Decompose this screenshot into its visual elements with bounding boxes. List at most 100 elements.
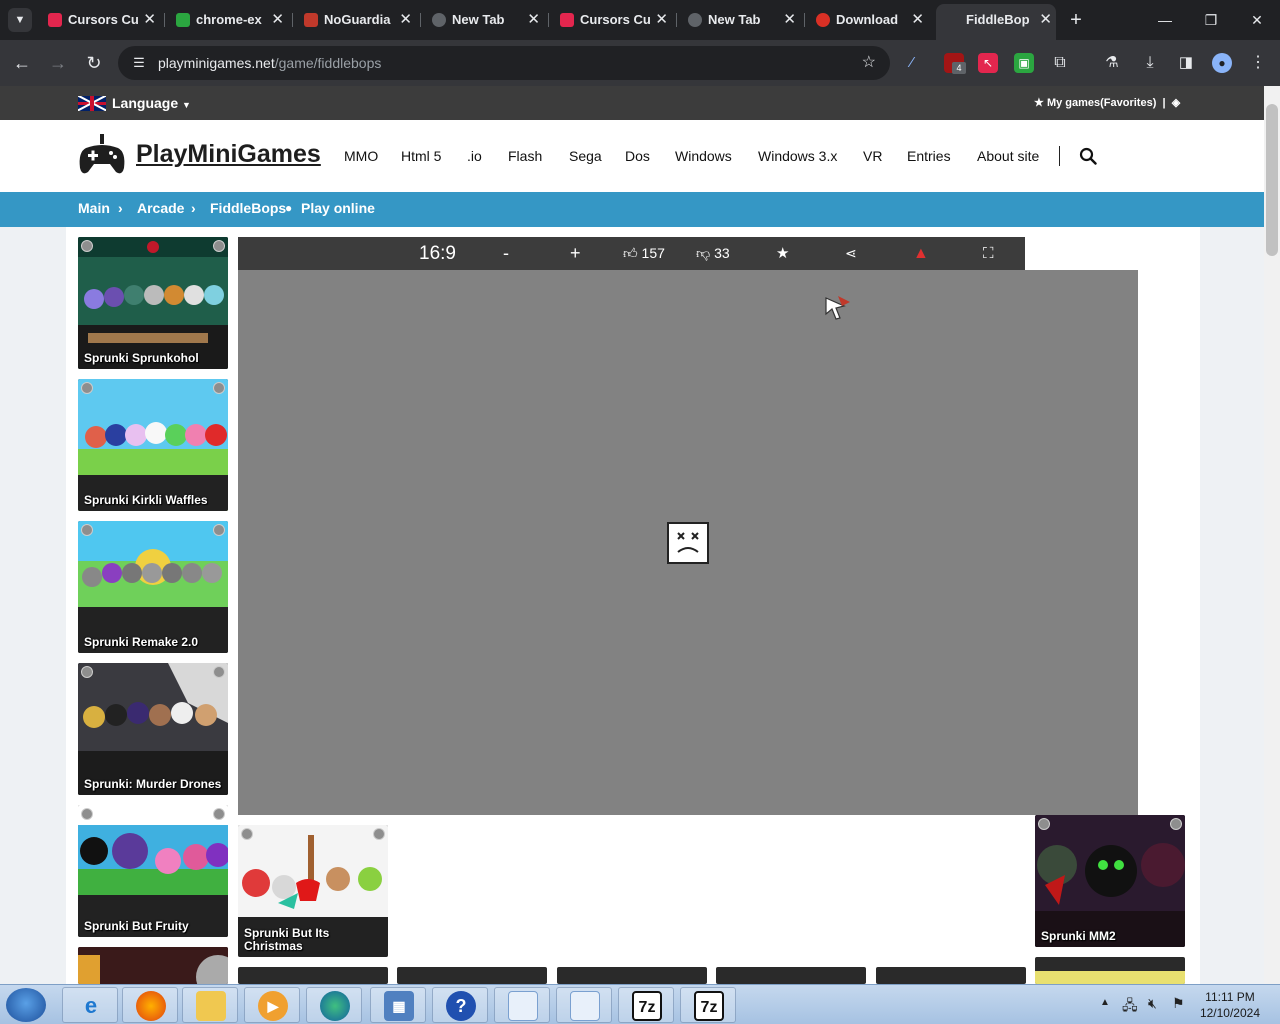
menu-entries[interactable]: Entries — [907, 120, 951, 192]
tab-cursors-1[interactable]: Cursors Cu ✕ — [42, 8, 160, 32]
url-text[interactable]: playminigames.net/game/fiddlebops — [158, 46, 381, 80]
game-card-partial[interactable] — [397, 967, 547, 984]
share-icon[interactable]: ⋖ — [845, 237, 857, 270]
tab-noguardian[interactable]: NoGuardia ✕ — [298, 8, 416, 32]
game-card-murder-drones[interactable]: Sprunki: Murder Drones — [78, 663, 228, 795]
taskbar-firefox[interactable] — [122, 987, 178, 1023]
menu-windows[interactable]: Windows — [675, 120, 732, 192]
close-tab-icon[interactable]: ✕ — [655, 8, 668, 32]
breadcrumb-game[interactable]: FiddleBops — [210, 192, 286, 225]
game-card-mm2[interactable]: Sprunki MM2 — [1035, 815, 1185, 947]
menu-html5[interactable]: Html 5 — [401, 120, 441, 192]
game-card-sprunkohol[interactable]: Sprunki Sprunkohol — [78, 237, 228, 369]
tab-cursors-2[interactable]: Cursors Cu ✕ — [554, 8, 672, 32]
close-tab-icon[interactable]: ✕ — [399, 8, 412, 32]
breadcrumb-main[interactable]: Main — [78, 192, 110, 225]
menu-windows-3x[interactable]: Windows 3.x — [758, 120, 837, 192]
taskbar-edge[interactable] — [306, 987, 362, 1023]
back-arrow-icon[interactable]: ← — [9, 50, 35, 76]
address-bar[interactable]: ☰ playminigames.net/game/fiddlebops ☆ — [118, 46, 890, 80]
help-icon: ? — [446, 991, 476, 1021]
game-card-partial[interactable] — [238, 967, 388, 984]
game-card-partial[interactable] — [78, 947, 228, 984]
game-card-fruity[interactable]: Sprunki But Fruity — [78, 805, 228, 937]
game-card-partial[interactable] — [876, 967, 1026, 984]
dislike-button[interactable]: 👎︎ 33 — [696, 237, 730, 270]
menu-vr[interactable]: VR — [863, 120, 882, 192]
taskbar-7zip-1[interactable]: 7z — [618, 987, 674, 1023]
taskbar-ie[interactable]: e — [62, 987, 118, 1023]
report-warning-icon[interactable]: ▲ — [913, 237, 929, 270]
show-hidden-icons-icon[interactable]: ▲ — [1100, 997, 1110, 1008]
scrollbar-thumb[interactable] — [1266, 104, 1278, 256]
fullscreen-icon[interactable]: ⛶ — [983, 237, 994, 270]
close-window-icon[interactable]: ✕ — [1242, 8, 1272, 32]
taskbar-notepad-2[interactable] — [556, 987, 612, 1023]
game-card-remake[interactable]: Sprunki Remake 2.0 — [78, 521, 228, 653]
tab-new-tab-2[interactable]: New Tab ✕ — [682, 8, 800, 32]
breadcrumb-arcade[interactable]: Arcade — [137, 192, 184, 225]
menu-dos[interactable]: Dos — [625, 120, 650, 192]
puzzle-extensions-icon[interactable]: ⧉ — [1050, 53, 1070, 73]
restore-icon[interactable]: ❐ — [1196, 8, 1226, 32]
taskbar-help[interactable]: ? — [432, 987, 488, 1023]
action-center-flag-icon[interactable]: ⚑ — [1172, 995, 1185, 1012]
forward-arrow-icon[interactable]: → — [45, 50, 71, 76]
favorites-link[interactable]: ★ My games(Favorites) | ◈ — [1034, 86, 1180, 120]
more-menu-icon[interactable]: ⋮ — [1248, 53, 1268, 73]
reload-icon[interactable]: ↻ — [81, 50, 107, 76]
tab-fiddlebops-active[interactable]: FiddleBop ✕ — [936, 4, 1056, 40]
menu-sega[interactable]: Sega — [569, 120, 602, 192]
windows-start-button[interactable] — [6, 988, 46, 1022]
taskbar-media-player[interactable]: ▶ — [244, 987, 300, 1023]
cursor-extension-icon[interactable]: ↖ — [978, 53, 998, 73]
network-icon[interactable]: 🖧︎ — [1122, 995, 1138, 1019]
taskbar-7zip-2[interactable]: 7z — [680, 987, 736, 1023]
zoom-in-button[interactable]: + — [570, 237, 581, 270]
close-tab-icon[interactable]: ✕ — [783, 8, 796, 32]
game-card-kirkli-waffles[interactable]: Sprunki Kirkli Waffles — [78, 379, 228, 511]
minimize-icon[interactable]: — — [1150, 8, 1180, 32]
menu-about-site[interactable]: About site — [977, 120, 1039, 192]
side-panel-icon[interactable]: ◨ — [1176, 53, 1196, 73]
site-logo-text[interactable]: PlayMiniGames — [136, 140, 321, 169]
tab-new-tab-1[interactable]: New Tab ✕ — [426, 8, 544, 32]
site-info-icon[interactable]: ☰ — [130, 54, 148, 72]
close-tab-icon[interactable]: ✕ — [271, 8, 284, 32]
close-tab-icon[interactable]: ✕ — [143, 8, 156, 32]
taskbar-notepad-1[interactable] — [494, 987, 550, 1023]
game-card-partial[interactable] — [1035, 957, 1185, 984]
aspect-ratio-button[interactable]: 16:9 — [419, 237, 456, 270]
ublock-extension-icon[interactable]: 4 — [944, 53, 966, 74]
system-clock[interactable]: 11:11 PM 12/10/2024 — [1200, 989, 1260, 1021]
bookmark-star-icon[interactable]: ☆ — [862, 46, 876, 80]
taskbar-control-panel[interactable]: ▦ — [370, 987, 426, 1023]
menu-mmo[interactable]: MMO — [344, 120, 378, 192]
game-card-christmas[interactable]: Sprunki But Its Christmas — [238, 825, 388, 957]
tab-search-button[interactable]: ▼ — [8, 8, 32, 32]
game-card-partial[interactable] — [557, 967, 707, 984]
game-card-partial[interactable] — [716, 967, 866, 984]
download-icon[interactable]: ⤓ — [1140, 53, 1160, 73]
menu-io[interactable]: .io — [467, 120, 482, 192]
pen-extension-icon[interactable]: ⁄ — [902, 53, 922, 73]
search-icon[interactable] — [1079, 147, 1097, 165]
close-tab-icon[interactable]: ✕ — [1039, 4, 1052, 36]
new-tab-button[interactable]: + — [1066, 8, 1086, 32]
menu-flash[interactable]: Flash — [508, 120, 542, 192]
like-button[interactable]: 👍︎ 157 — [623, 237, 665, 270]
gamepad-logo-icon[interactable] — [78, 132, 126, 178]
close-tab-icon[interactable]: ✕ — [911, 8, 924, 32]
close-tab-icon[interactable]: ✕ — [527, 8, 540, 32]
zoom-out-button[interactable]: - — [503, 237, 509, 270]
favorite-star-icon[interactable]: ★ — [776, 237, 789, 270]
green-extension-icon[interactable]: ▣ — [1014, 53, 1034, 73]
taskbar-explorer[interactable] — [182, 987, 238, 1023]
tab-download[interactable]: Download ✕ — [810, 8, 928, 32]
tab-chrome-ext[interactable]: chrome-ex ✕ — [170, 8, 288, 32]
language-selector[interactable]: Language ▼ — [112, 86, 191, 122]
volume-muted-icon[interactable]: 🔇︎ — [1148, 995, 1157, 1012]
labs-flask-icon[interactable]: ⚗ — [1102, 53, 1122, 73]
profile-avatar-icon[interactable]: ● — [1212, 53, 1232, 73]
game-frame[interactable] — [238, 270, 1138, 815]
